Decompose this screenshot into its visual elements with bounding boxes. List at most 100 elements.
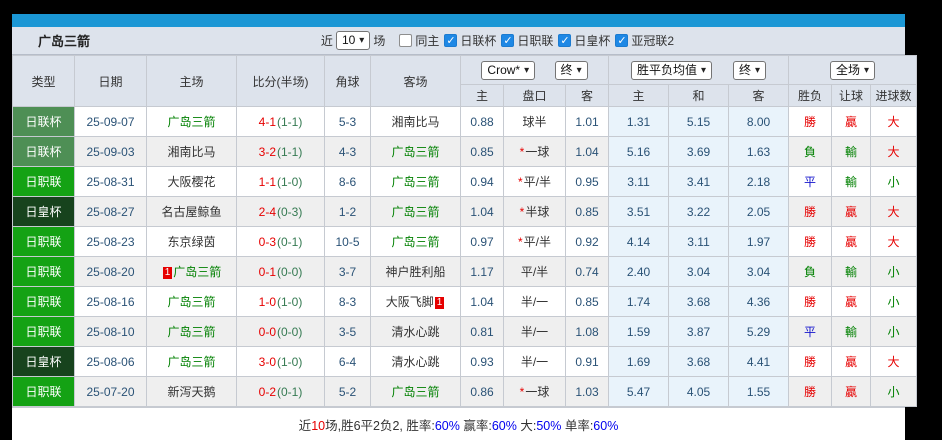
date-cell: 25-08-16 (74, 286, 147, 317)
asia-handicap-cell: 平/半 (503, 256, 566, 287)
filter-checkbox[interactable] (444, 34, 458, 47)
score-cell: 2-4(0-3) (236, 196, 325, 227)
asia-away-odds-cell: 1.08 (564, 316, 610, 347)
asia-home-odds-cell: 0.86 (460, 376, 504, 407)
europe-home-cell: 5.16 (608, 136, 670, 167)
team-name[interactable]: 广岛三箭 (167, 355, 215, 369)
match-row: 日职联 25-07-20 新泻天鹅 0-2(0-1) 5-2 广岛三箭 0.86 *一球 1.0… (12, 376, 918, 407)
europe-draw-cell: 3.22 (668, 196, 730, 227)
asia-away-odds-cell: 0.95 (564, 166, 610, 197)
handicap-text: 一球 (525, 145, 550, 159)
league-filter-item[interactable]: 日联杯 (444, 32, 496, 49)
halftime-score: (0-0) (277, 264, 303, 279)
winlose-result-cell: 負 (788, 256, 833, 287)
asia-handicap-cell: *一球 (503, 136, 566, 167)
team-name[interactable]: 广岛三箭 (167, 295, 215, 309)
league-filter-item[interactable]: 同主 (399, 32, 439, 49)
asia-home-odds-cell: 0.85 (460, 136, 504, 167)
winlose-result-cell: 平 (788, 316, 833, 347)
europe-home-cell: 1.59 (608, 316, 670, 347)
fulltime-score: 1-0 (258, 294, 276, 309)
europe-home-cell: 2.40 (608, 256, 670, 287)
team-name[interactable]: 东京绿茵 (167, 235, 215, 249)
halftime-score: (0-3) (277, 204, 303, 219)
match-row: 日职联 25-08-31 大阪樱花 1-1(1-0) 8-6 广岛三箭 0.94 *平/半 0.… (12, 166, 918, 197)
europe-away-cell: 8.00 (728, 106, 790, 137)
corners-cell: 8-3 (324, 286, 371, 317)
star-mark: * (517, 235, 523, 249)
bookmaker-select[interactable]: Crow* ▾ (481, 60, 536, 80)
title-bar: 广岛三箭 近 10▾ 场 同主 日联杯 日职联 日皇杯 亚冠联2 (12, 27, 905, 55)
handicap-result-cell: 贏 (831, 376, 872, 407)
fulltime-score: 4-1 (258, 114, 276, 129)
team-name[interactable]: 广岛三箭 (173, 265, 221, 279)
filter-checkbox[interactable] (501, 34, 515, 47)
team-name[interactable]: 湘南比马 (167, 145, 215, 159)
asia-time-select[interactable]: 终 ▾ (554, 60, 588, 80)
league-filter-item[interactable]: 亚冠联2 (615, 32, 674, 49)
team-name[interactable]: 新泻天鹅 (167, 385, 215, 399)
team-name[interactable]: 湘南比马 (391, 115, 439, 129)
rank-badge: 1 (434, 297, 445, 309)
team-name[interactable]: 广岛三箭 (391, 235, 439, 249)
team-name[interactable]: 清水心跳 (391, 355, 439, 369)
match-row: 日职联 25-08-23 东京绿茵 0-3(0-1) 10-5 广岛三箭 0.97 *平/半 0… (12, 226, 918, 257)
team-name[interactable]: 广岛三箭 (167, 115, 215, 129)
team-name[interactable]: 大阪樱花 (167, 175, 215, 189)
filter-checkbox[interactable] (615, 34, 629, 47)
team-name[interactable]: 名古屋鲸鱼 (161, 205, 221, 219)
subcol-goals: 进球数 (870, 84, 918, 107)
team-name[interactable]: 广岛三箭 (391, 385, 439, 399)
winlose-result-cell: 負 (788, 136, 833, 167)
league-filter-item[interactable]: 日职联 (501, 32, 553, 49)
europe-time-select[interactable]: 终 ▾ (733, 60, 767, 80)
away-team-cell: 广岛三箭 (370, 376, 461, 407)
team-name[interactable]: 广岛三箭 (391, 145, 439, 159)
date-cell: 25-08-27 (74, 196, 147, 227)
match-row: 日联杯 25-09-03 湘南比马 3-2(1-1) 4-3 广岛三箭 0.85 *一球 1.0… (12, 136, 918, 167)
league-type-cell: 日联杯 (12, 136, 75, 167)
filter-checkbox[interactable] (399, 34, 413, 47)
match-row: 日联杯 25-09-07 广岛三箭 4-1(1-1) 5-3 湘南比马 0.88 球半 1.01… (12, 106, 918, 137)
asia-handicap-cell: *平/半 (503, 166, 566, 197)
league-type-cell: 日联杯 (12, 106, 75, 137)
home-team-cell: 新泻天鹅 (146, 376, 237, 407)
recent-count-select[interactable]: 10 ▾ (335, 31, 371, 50)
europe-home-cell: 4.14 (608, 226, 670, 257)
filter-label: 亚冠联2 (631, 34, 675, 48)
filter-label: 日职联 (517, 34, 554, 48)
team-name[interactable]: 神户胜利船 (385, 265, 445, 279)
asia-handicap-cell: 半/一 (503, 346, 566, 377)
asia-away-odds-cell: 0.85 (564, 286, 610, 317)
match-scope-select[interactable]: 全场 ▾ (830, 60, 876, 80)
score-cell: 0-2(0-1) (236, 376, 325, 407)
subcol-winlose: 胜负 (788, 84, 833, 107)
europe-avg-select[interactable]: 胜平负均值 ▾ (631, 60, 713, 80)
away-team-cell: 广岛三箭 (370, 226, 461, 257)
filter-checkbox[interactable] (558, 34, 572, 47)
team-name[interactable]: 清水心跳 (391, 325, 439, 339)
filter-controls: 近 10▾ 场 同主 日联杯 日职联 日皇杯 亚冠联2 (90, 31, 905, 50)
league-filter-item[interactable]: 日皇杯 (558, 32, 610, 49)
score-cell: 1-0(1-0) (236, 286, 325, 317)
date-cell: 25-08-10 (74, 316, 147, 347)
team-name[interactable]: 广岛三箭 (391, 205, 439, 219)
handicap-result-cell: 輸 (831, 166, 872, 197)
team-name[interactable]: 广岛三箭 (391, 175, 439, 189)
corners-cell: 5-3 (324, 106, 371, 137)
winlose-result-cell: 勝 (788, 376, 833, 407)
away-team-cell: 清水心跳 (370, 316, 461, 347)
away-team-cell: 神户胜利船 (370, 256, 461, 287)
asia-home-odds-cell: 0.94 (460, 166, 504, 197)
league-filters: 同主 日联杯 日职联 日皇杯 亚冠联2 (394, 32, 674, 49)
team-name[interactable]: 大阪飞脚 (386, 295, 434, 309)
team-name[interactable]: 广岛三箭 (167, 325, 215, 339)
star-mark: * (519, 385, 525, 399)
europe-draw-cell: 4.05 (668, 376, 730, 407)
match-row: 日皇杯 25-08-27 名古屋鲸鱼 2-4(0-3) 1-2 广岛三箭 1.04 *半球 0.… (12, 196, 918, 227)
recent-label: 近 (320, 34, 333, 48)
handicap-text: 半/一 (520, 295, 549, 309)
subcol-asia-away: 客 (564, 84, 610, 107)
match-row: 日职联 25-08-10 广岛三箭 0-0(0-0) 3-5 清水心跳 0.81 半/一 1.0… (12, 316, 918, 347)
handicap-result-cell: 輸 (831, 136, 872, 167)
